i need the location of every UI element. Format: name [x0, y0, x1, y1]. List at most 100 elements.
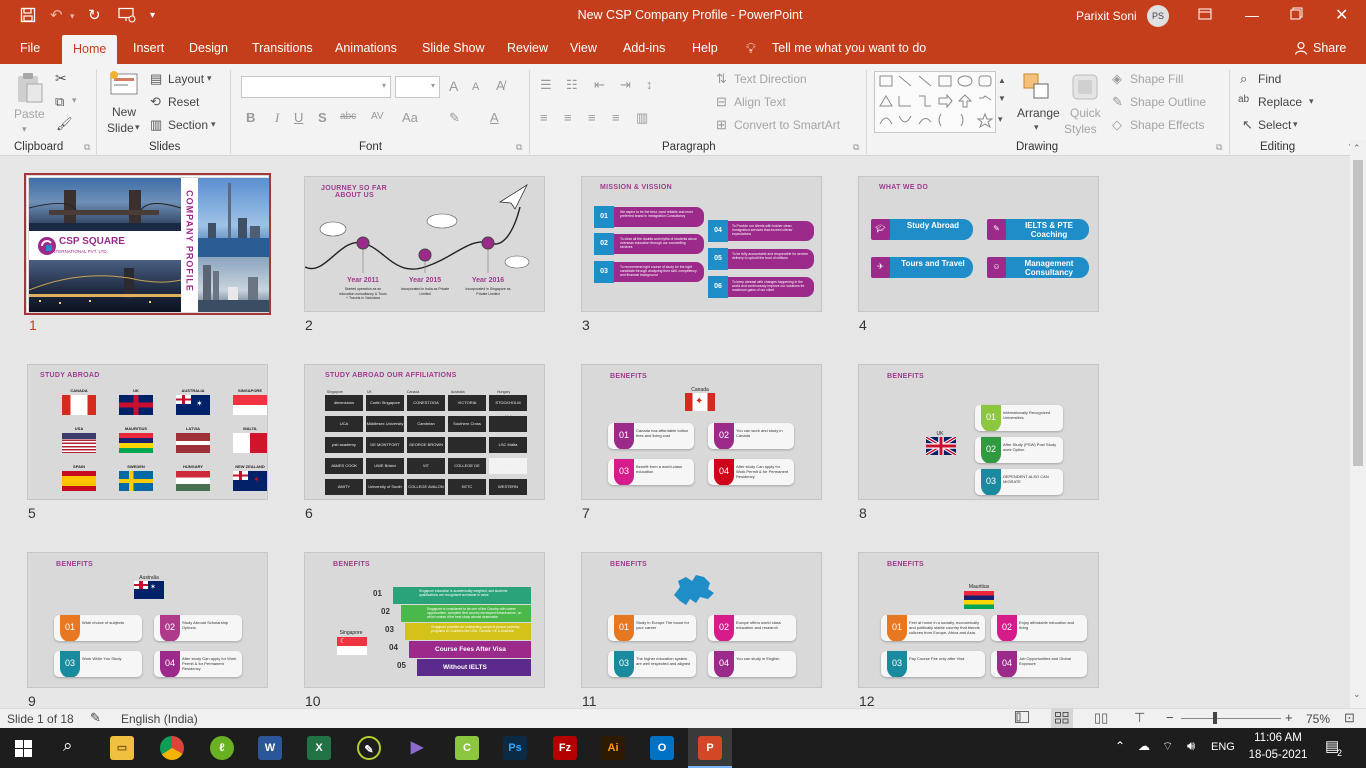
share-button[interactable]: Share: [1313, 32, 1346, 64]
camtasia-icon[interactable]: C: [455, 736, 479, 760]
slide-sorter-view-icon[interactable]: [1051, 708, 1073, 728]
clear-formatting-icon[interactable]: A̸: [496, 78, 505, 93]
new-slide-icon[interactable]: [108, 70, 140, 103]
shapes-more-icon[interactable]: ▾: [998, 114, 1003, 125]
slide-thumbnail-3[interactable]: MISSION & VISSION We aspire to be the be…: [581, 176, 822, 312]
italic-button[interactable]: I: [275, 110, 279, 126]
format-painter-icon[interactable]: 🖌︎: [56, 116, 73, 132]
character-spacing-button[interactable]: AV: [371, 111, 384, 122]
underline-button[interactable]: U: [294, 110, 303, 125]
font-size-box[interactable]: ▾: [395, 76, 440, 98]
copy-dropdown-icon[interactable]: ▾: [72, 95, 77, 106]
numbering-icon[interactable]: ☷: [566, 77, 578, 93]
zoom-slider-thumb[interactable]: [1213, 712, 1217, 724]
chrome-icon[interactable]: [160, 736, 184, 760]
paste-icon[interactable]: [16, 72, 44, 107]
decrease-indent-icon[interactable]: ⇤: [594, 77, 605, 93]
smartart-icon[interactable]: ⊞: [716, 117, 727, 133]
tab-review[interactable]: Review: [507, 32, 548, 64]
arrange-button[interactable]: Arrange: [1017, 106, 1060, 120]
file-explorer-icon[interactable]: ▭: [110, 736, 134, 760]
find-icon[interactable]: ⌕: [1240, 71, 1247, 87]
zoom-out-button[interactable]: −: [1166, 710, 1174, 725]
font-launcher-icon[interactable]: ⧉: [516, 142, 522, 153]
select-icon[interactable]: ↖: [1242, 117, 1253, 133]
slide-thumbnail-10[interactable]: BENEFITS Singapore ☾ Singapore education…: [304, 552, 545, 688]
bullets-icon[interactable]: ☰: [540, 77, 552, 93]
section-button[interactable]: Section: [168, 118, 208, 132]
slide-thumbnail-12[interactable]: BENEFITS Mauritius 01 Feel at home in a s…: [858, 552, 1099, 688]
undo-dropdown-icon[interactable]: ▾: [70, 7, 75, 25]
bold-button[interactable]: B: [246, 110, 255, 125]
outlook-icon[interactable]: O: [650, 736, 674, 760]
slide-thumbnail-9[interactable]: BENEFITS Australia ✶ 01 Wide choice of su…: [27, 552, 268, 688]
photoshop-icon[interactable]: Ps: [503, 736, 527, 760]
text-direction-icon[interactable]: ⇅: [716, 71, 727, 87]
shape-fill-icon[interactable]: ◈: [1112, 71, 1122, 87]
tab-file[interactable]: File: [20, 32, 40, 64]
zoom-slider-track[interactable]: [1181, 718, 1281, 719]
shape-fill-button[interactable]: Shape Fill: [1130, 72, 1183, 86]
select-dropdown-icon[interactable]: ▾: [1293, 119, 1298, 130]
undo-icon[interactable]: ↶: [50, 7, 63, 25]
tab-home[interactable]: Home: [62, 35, 118, 64]
cut-icon[interactable]: ✂: [55, 70, 67, 87]
tab-add-ins[interactable]: Add-ins: [623, 32, 665, 64]
tab-insert[interactable]: Insert: [133, 32, 164, 64]
present-icon[interactable]: [118, 7, 136, 28]
excel-icon[interactable]: X: [307, 736, 331, 760]
language-switcher[interactable]: ENG: [1211, 741, 1235, 753]
media-player-icon[interactable]: ▶: [405, 736, 429, 760]
show-hidden-icons[interactable]: ⌃: [1115, 739, 1125, 753]
shape-outline-button[interactable]: Shape Outline: [1130, 95, 1206, 109]
paste-dropdown-icon[interactable]: ▾: [22, 124, 27, 135]
search-icon[interactable]: ⌕: [63, 736, 73, 756]
share-icon[interactable]: [1294, 41, 1308, 58]
shapes-scroll-up-icon[interactable]: ▲: [998, 76, 1006, 85]
quick-styles-label-2[interactable]: Styles: [1064, 122, 1097, 136]
windows-start-icon[interactable]: [15, 740, 32, 760]
text-shadow-button[interactable]: S: [318, 110, 327, 125]
align-left-icon[interactable]: ≡: [540, 110, 548, 125]
align-text-icon[interactable]: ⊟: [716, 94, 727, 110]
tab-animations[interactable]: Animations: [335, 32, 397, 64]
slide-thumbnail-1[interactable]: CSP SQUARE INTERNATIONAL PVT. LTD. COMPA…: [24, 173, 271, 315]
tab-slide-show[interactable]: Slide Show: [422, 32, 485, 64]
tell-me-search[interactable]: Tell me what you want to do: [772, 32, 926, 64]
ribbon-display-options-icon[interactable]: [1198, 7, 1212, 24]
slide-thumbnail-5[interactable]: STUDY ABROAD CANADA UK AUSTRALIA ✶ SINGAPORE…: [27, 364, 268, 500]
shrink-font-icon[interactable]: A: [472, 81, 479, 93]
section-icon[interactable]: ▥: [150, 117, 162, 133]
section-dropdown-icon[interactable]: ▾: [211, 119, 216, 130]
slide-thumbnail-11[interactable]: BENEFITS 01 Study in Europe The boost for…: [581, 552, 822, 688]
slide-thumbnail-6[interactable]: STUDY ABROAD OUR AFFILIATIONS Singapore U…: [304, 364, 545, 500]
new-slide-label-2[interactable]: Slide: [107, 121, 134, 135]
redo-icon[interactable]: ↻: [88, 7, 101, 25]
slide-thumbnail-2[interactable]: JOURNEY SO FAR ABOUT US Year 2011 Year 2…: [304, 176, 545, 312]
grow-font-icon[interactable]: A: [449, 78, 458, 94]
shapes-scroll-down-icon[interactable]: ▼: [998, 94, 1006, 103]
tab-design[interactable]: Design: [189, 32, 228, 64]
tab-view[interactable]: View: [570, 32, 597, 64]
columns-icon[interactable]: ▥: [636, 110, 648, 126]
avatar[interactable]: PS: [1147, 5, 1169, 27]
user-name[interactable]: Parixit Soni: [1076, 9, 1137, 23]
reading-view-icon[interactable]: ▯▯: [1094, 710, 1108, 726]
shape-outline-icon[interactable]: ✎: [1112, 94, 1123, 110]
slide-thumbnail-8[interactable]: BENEFITS UK 01 Internationally Recognized…: [858, 364, 1099, 500]
reset-icon[interactable]: ⟲: [150, 94, 161, 110]
restore-icon[interactable]: [1290, 7, 1303, 23]
replace-button[interactable]: Replace: [1258, 95, 1302, 109]
font-name-box[interactable]: ▾: [241, 76, 391, 98]
volume-icon[interactable]: 🔊︎: [1187, 738, 1195, 754]
shape-effects-button[interactable]: Shape Effects: [1130, 118, 1205, 132]
shape-effects-icon[interactable]: ◇: [1112, 117, 1122, 133]
change-case-button[interactable]: Aa: [402, 110, 418, 125]
word-icon[interactable]: W: [258, 736, 282, 760]
zoom-in-button[interactable]: +: [1285, 710, 1293, 725]
illustrator-icon[interactable]: Ai: [601, 736, 625, 760]
normal-view-icon[interactable]: [1015, 711, 1029, 726]
clipboard-launcher-icon[interactable]: ⧉: [84, 142, 90, 153]
layout-icon[interactable]: ▤: [150, 71, 162, 87]
close-icon[interactable]: ✕: [1335, 5, 1348, 25]
